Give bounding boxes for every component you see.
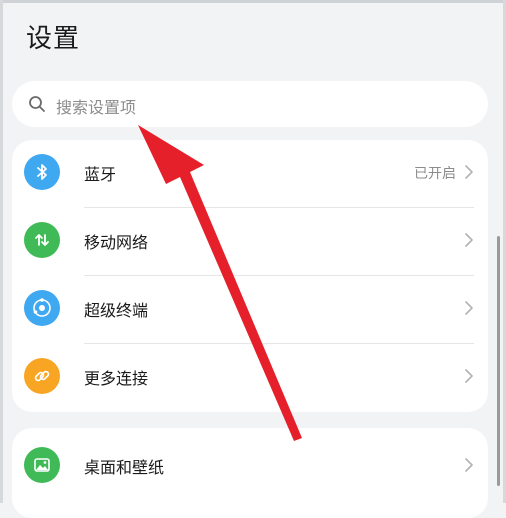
settings-item-mobile-network[interactable]: 移动网络 [12,208,488,276]
mobile-data-icon [24,222,60,258]
window-top-border [0,0,506,3]
settings-item-super-device[interactable]: 超级终端 [12,276,488,344]
chevron-right-icon [465,369,473,383]
settings-item-more-connections[interactable]: 更多连接 [12,344,488,412]
search-bar[interactable]: 搜索设置项 [12,81,488,127]
chevron-right-icon [465,301,473,315]
settings-item-label: 超级终端 [84,301,149,320]
chevron-right-icon [465,458,473,472]
page-title: 设置 [26,24,81,54]
settings-item-bluetooth[interactable]: 蓝牙 已开启 [12,140,488,208]
settings-item-label: 移动网络 [84,233,149,252]
settings-group-connectivity: 蓝牙 已开启 移动网络 超级终端 更多连接 [12,140,488,412]
scrollbar[interactable] [497,236,500,486]
chevron-right-icon [465,233,473,247]
settings-item-status: 已开启 [414,166,456,182]
settings-item-label: 更多连接 [84,369,149,388]
wallpaper-icon [24,447,60,483]
search-input[interactable]: 搜索设置项 [56,94,136,118]
settings-group-display: 桌面和壁纸 [12,428,488,518]
bluetooth-icon [24,154,60,190]
link-icon [24,358,60,394]
settings-item-label: 蓝牙 [84,165,117,184]
settings-item-wallpaper[interactable]: 桌面和壁纸 [12,433,488,501]
settings-item-label: 桌面和壁纸 [84,458,165,477]
window-left-border [0,0,3,503]
chevron-right-icon [465,165,473,179]
super-device-icon [24,290,60,326]
search-icon [29,96,45,112]
